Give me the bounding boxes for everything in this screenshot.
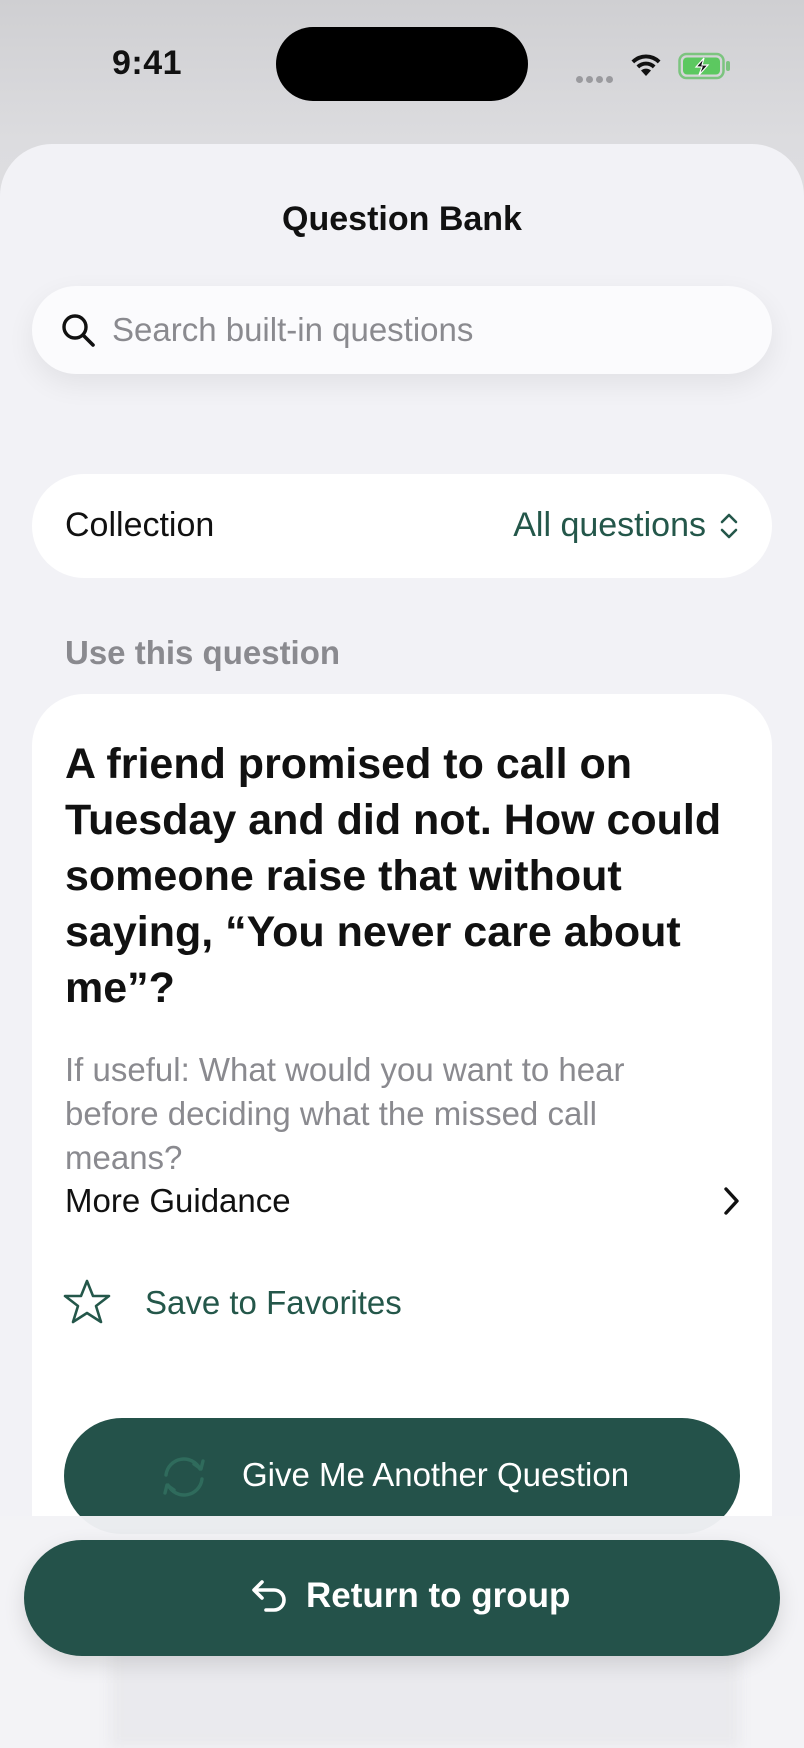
question-hint: If useful: What would you want to hear b… (65, 1051, 625, 1176)
refresh-icon (163, 1457, 205, 1497)
search-bar[interactable] (32, 286, 772, 374)
wifi-icon (631, 54, 661, 76)
question-text: A friend promised to call on Tuesday and… (65, 740, 722, 1012)
more-guidance-row[interactable]: More Guidance (32, 1162, 772, 1242)
question-bank-sheet: Question Bank Collection All questions U… (0, 144, 804, 1748)
star-icon (63, 1279, 111, 1324)
sheet-title: Question Bank (282, 200, 522, 238)
dynamic-island (276, 27, 528, 101)
cellular-signal-icon (576, 70, 616, 83)
save-to-favorites-button[interactable]: Save to Favorites (32, 1264, 772, 1344)
status-bar: 9:41 (0, 0, 804, 130)
return-arrow-icon (252, 1580, 286, 1612)
search-input[interactable] (112, 286, 752, 374)
battery-icon (678, 52, 730, 80)
status-time: 9:41 (112, 44, 183, 82)
section-label: Use this question (65, 634, 341, 671)
question-card: A friend promised to call on Tuesday and… (32, 694, 772, 1594)
more-guidance-label: More Guidance (65, 1182, 291, 1219)
chevron-right-icon (724, 1187, 739, 1215)
give-another-question-label: Give Me Another Question (242, 1456, 630, 1493)
collection-picker[interactable]: Collection All questions (32, 474, 772, 578)
collection-value[interactable]: All questions (513, 506, 706, 545)
save-to-favorites-label: Save to Favorites (145, 1284, 402, 1321)
return-to-group-label: Return to group (306, 1576, 571, 1615)
collection-label: Collection (65, 506, 215, 544)
return-to-group-button[interactable]: Return to group (24, 1540, 780, 1656)
search-icon (62, 314, 95, 347)
chevron-up-down-icon (720, 513, 738, 539)
